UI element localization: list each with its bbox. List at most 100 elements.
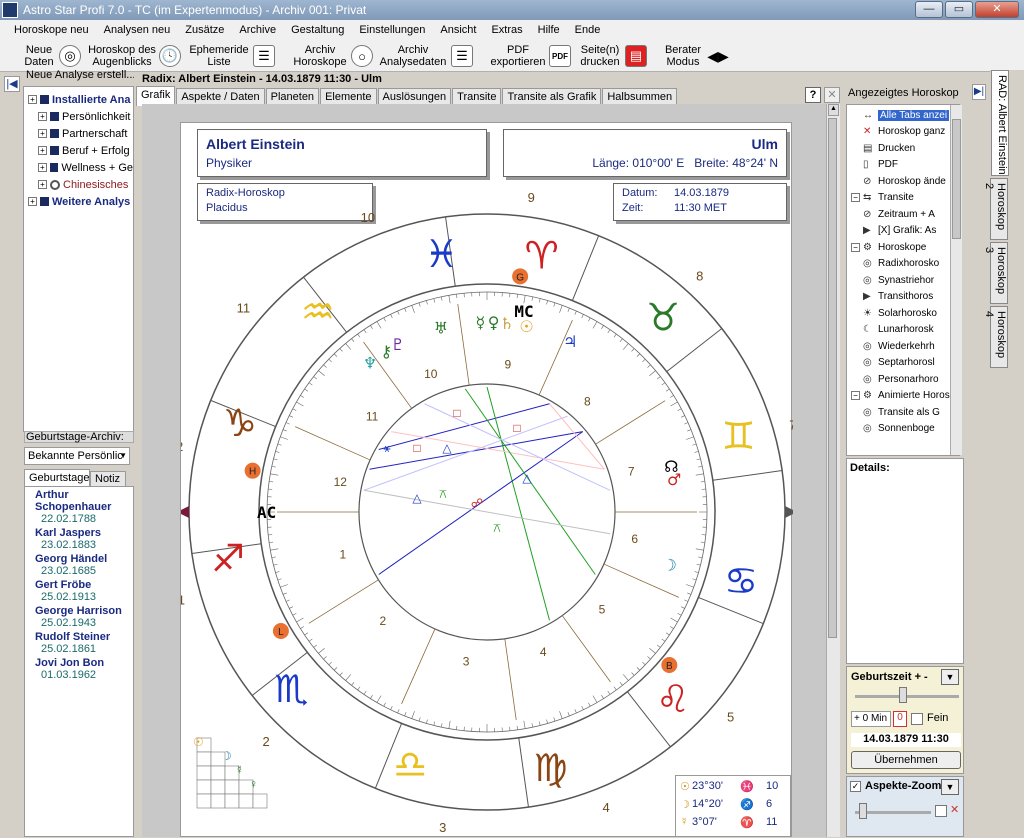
aspect-grid-planet: ☽ xyxy=(221,749,232,763)
horoscope-option-item[interactable]: ✕Horoskop ganz xyxy=(847,124,959,141)
inner-house-number: 4 xyxy=(540,645,547,659)
seiten-drucken-button[interactable]: Seite(n) drucken ▤ xyxy=(578,41,647,71)
collapse-left-icon[interactable]: |◀ xyxy=(4,76,20,92)
minimize-button[interactable]: — xyxy=(915,1,943,18)
tree-item[interactable]: +Chinesisches xyxy=(24,176,133,193)
birthday-entry[interactable]: Karl Jaspers23.02.1883 xyxy=(35,527,133,551)
horoscope-option-item[interactable]: −⇆Transite xyxy=(847,190,959,207)
time-slider-thumb[interactable] xyxy=(899,687,907,703)
collapse-icon[interactable]: − xyxy=(851,391,860,400)
horoscope-option-item[interactable]: −⚙Horoskope xyxy=(847,239,959,256)
menu-einstellungen[interactable]: Einstellungen xyxy=(359,24,425,36)
tree-item[interactable]: +Beruf + Erfolg xyxy=(24,142,133,159)
menu-ende[interactable]: Ende xyxy=(575,24,601,36)
menu-ansicht[interactable]: Ansicht xyxy=(440,24,476,36)
birthday-entry[interactable]: Georg Händel23.02.1685 xyxy=(35,553,133,577)
horoscope-option-item[interactable]: ◎Transite als G xyxy=(847,404,959,421)
collapse-icon[interactable]: − xyxy=(851,243,860,252)
planet-angle: 3°07' xyxy=(692,816,740,828)
horoscope-option-item[interactable]: ◎Septarhorosl xyxy=(847,355,959,372)
list-star-icon: ☰ xyxy=(253,45,275,67)
collapse-right-icon[interactable]: ▶| xyxy=(972,84,986,100)
tab-notiz[interactable]: Notiz xyxy=(90,471,126,487)
archiv-analysedaten-button[interactable]: Archiv Analysedaten ☰ xyxy=(378,41,473,71)
aspekte-zoom-checkbox[interactable]: ✓ xyxy=(850,781,861,792)
tab-grafik[interactable]: Grafik xyxy=(136,86,175,106)
archiv-horoskope-button[interactable]: Archiv Horoskope ○ xyxy=(292,41,373,71)
expand-icon[interactable]: + xyxy=(28,197,37,206)
horoscope-option-item[interactable]: ◎Wiederkehrh xyxy=(847,338,959,355)
collapse-icon[interactable]: − xyxy=(851,193,860,202)
horoscope-option-label: Septarhorosl xyxy=(878,357,935,368)
tab-rad-albert-einstein[interactable]: RAD: Albert Einstein xyxy=(991,70,1009,176)
menu-archive[interactable]: Archive xyxy=(239,24,276,36)
fein-checkbox[interactable] xyxy=(911,713,923,725)
scroll-thumb[interactable] xyxy=(828,118,837,638)
book-icon xyxy=(50,163,59,172)
birthday-entry[interactable]: George Harrison25.02.1943 xyxy=(35,605,133,629)
menu-zusaetze[interactable]: Zusätze xyxy=(185,24,224,36)
maximize-button[interactable]: ▭ xyxy=(945,1,973,18)
horoscope-option-item[interactable]: ◎Sonnenboge xyxy=(847,421,959,438)
horoscope-option-item[interactable]: ☾Lunarhorosk xyxy=(847,322,959,339)
expand-icon[interactable]: + xyxy=(38,112,47,121)
horoscope-option-item[interactable]: ▶Transithoros xyxy=(847,289,959,306)
tree-item[interactable]: +Weitere Analys xyxy=(24,193,133,210)
right-scroll-thumb[interactable] xyxy=(952,119,961,239)
expand-icon[interactable]: + xyxy=(38,146,47,155)
menu-hilfe[interactable]: Hilfe xyxy=(538,24,560,36)
menu-analysen-neu[interactable]: Analysen neu xyxy=(104,24,171,36)
minutes-field[interactable]: + 0 Min xyxy=(851,711,891,727)
tab-horoskop-2[interactable]: Horoskop 2 xyxy=(990,178,1008,240)
ephemeride-liste-button[interactable]: Ephemeride Liste ☰ xyxy=(188,41,275,71)
scroll-up-icon[interactable]: ▲ xyxy=(828,104,839,116)
horoscope-option-item[interactable]: ⊘Zeitraum + A xyxy=(847,206,959,223)
zoom-dropdown-icon[interactable]: ▼ xyxy=(941,779,959,795)
expand-icon[interactable]: + xyxy=(38,180,47,189)
reset-zero-button[interactable]: 0 xyxy=(893,711,907,727)
horoscope-option-item[interactable]: ☀Solarhorosko xyxy=(847,305,959,322)
zoom-slider-thumb[interactable] xyxy=(859,803,867,819)
menu-horoskope-neu[interactable]: Horoskope neu xyxy=(14,24,89,36)
birthday-entry[interactable]: Gert Fröbe25.02.1913 xyxy=(35,579,133,603)
menu-extras[interactable]: Extras xyxy=(491,24,522,36)
birthday-entry[interactable]: Arthur Schopenhauer22.02.1788 xyxy=(35,489,133,525)
horoscope-option-item[interactable]: ⊘Horoskop ände xyxy=(847,173,959,190)
birthday-entry[interactable]: Rudolf Steiner25.02.1861 xyxy=(35,631,133,655)
tab-horoskop-4[interactable]: Horoskop 4 xyxy=(990,306,1008,368)
close-tab-button[interactable]: ✕ xyxy=(824,87,840,103)
close-zoom-icon[interactable]: ✕ xyxy=(950,803,959,816)
aspect-grid-planet: ☉ xyxy=(193,735,204,749)
berater-modus-button[interactable]: Berater Modus ◀▶ xyxy=(662,41,729,71)
horoscope-option-item[interactable]: ▯PDF xyxy=(847,157,959,174)
horoscope-option-item[interactable]: ◎Synastriehor xyxy=(847,272,959,289)
time-slider-track[interactable] xyxy=(855,695,959,698)
expand-icon[interactable]: + xyxy=(28,95,37,104)
tree-item[interactable]: +Persönlichkeit xyxy=(24,108,133,125)
right-tree-scrollbar[interactable] xyxy=(950,105,962,455)
tab-geburtstage[interactable]: Geburtstage xyxy=(24,469,90,487)
tab-horoskop-3[interactable]: Horoskop 3 xyxy=(990,242,1008,304)
horoscope-option-item[interactable]: −⚙Animierte Horos xyxy=(847,388,959,405)
tree-item[interactable]: +Wellness + Ge xyxy=(24,159,133,176)
birthday-entry[interactable]: Jovi Jon Bon01.03.1962 xyxy=(35,657,133,681)
tree-item[interactable]: +Installierte Ana xyxy=(24,91,133,108)
geburtszeit-dropdown-icon[interactable]: ▼ xyxy=(941,669,959,685)
horoscope-option-item[interactable]: ↔Alle Tabs anzei xyxy=(847,107,959,124)
help-button[interactable]: ? xyxy=(805,87,821,103)
horoscope-option-item[interactable]: ◎Personarhoro xyxy=(847,371,959,388)
tree-item[interactable]: +Partnerschaft xyxy=(24,125,133,142)
pdf-exportieren-button[interactable]: PDF exportieren PDF xyxy=(490,41,571,71)
chart-vertical-scrollbar[interactable]: ▲ xyxy=(826,104,840,837)
horoscope-option-item[interactable]: ▶[X] Grafik: As xyxy=(847,223,959,240)
menu-gestaltung[interactable]: Gestaltung xyxy=(291,24,344,36)
horoscope-option-item[interactable]: ▤Drucken xyxy=(847,140,959,157)
close-window-button[interactable]: ✕ xyxy=(975,1,1019,18)
expand-icon[interactable]: + xyxy=(38,129,47,138)
expand-icon[interactable]: + xyxy=(38,163,47,172)
aspect-grid-cell xyxy=(211,794,225,808)
archiv-dropdown[interactable]: Bekannte Persönlic ▼ xyxy=(24,447,130,465)
uebernehmen-button[interactable]: Übernehmen xyxy=(851,751,961,769)
zoom-fein-checkbox[interactable] xyxy=(935,805,947,817)
horoscope-option-item[interactable]: ◎Radixhorosko xyxy=(847,256,959,273)
